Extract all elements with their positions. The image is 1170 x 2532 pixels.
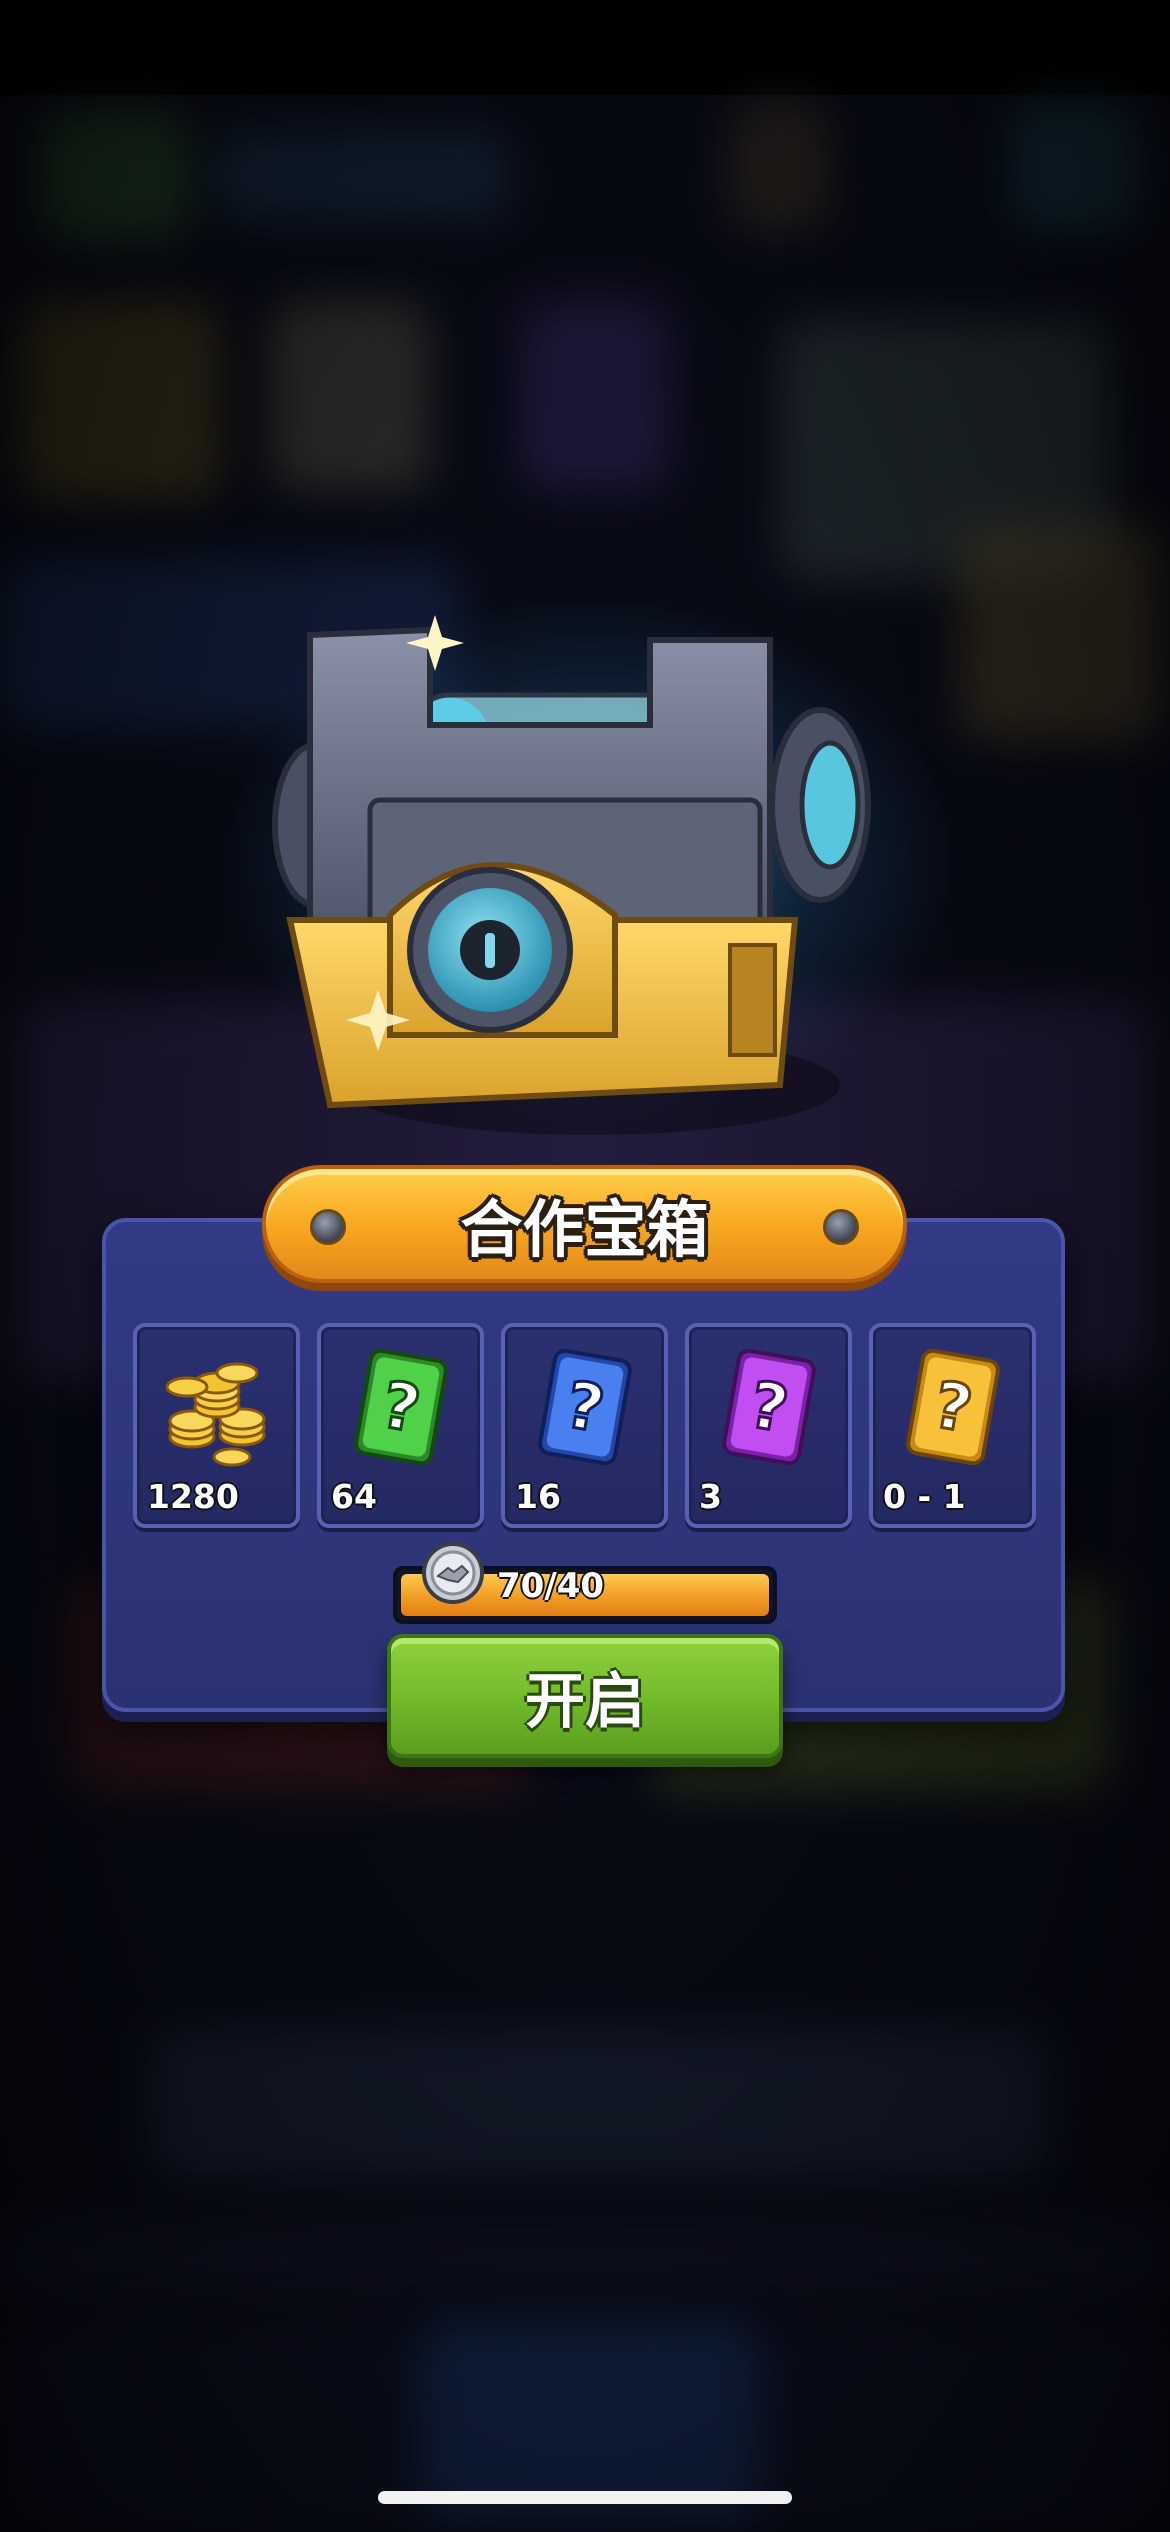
reward-slot-blue-card[interactable]: ? 16 — [501, 1323, 668, 1528]
reward-amount: 64 — [331, 1477, 377, 1516]
green-card-icon: ? — [354, 1348, 448, 1466]
reward-list: 1280 ? 64 ? 16 ? 3 ? 0 - 1 — [133, 1323, 1038, 1531]
chest-title-banner: 合作宝箱 — [262, 1165, 907, 1283]
reward-slot-green-card[interactable]: ? 64 — [317, 1323, 484, 1528]
chest-title: 合作宝箱 — [460, 1193, 709, 1266]
reward-amount: 3 — [699, 1477, 722, 1516]
reward-slot-gold-card[interactable]: ? 0 - 1 — [869, 1323, 1036, 1528]
cooperation-chest-icon — [272, 615, 871, 1135]
handshake-coin-icon — [422, 1542, 484, 1604]
open-chest-button[interactable]: 开启 — [387, 1634, 783, 1758]
gold-coins-icon — [165, 1362, 266, 1467]
reward-slot-gold[interactable]: 1280 — [133, 1323, 300, 1528]
progress-label: 70/40 — [497, 1566, 605, 1606]
gold-card-icon: ? — [906, 1348, 1000, 1466]
reward-slot-purple-card[interactable]: ? 3 — [685, 1323, 852, 1528]
purple-card-icon: ? — [722, 1348, 816, 1466]
reward-amount: 16 — [515, 1477, 561, 1516]
blue-card-icon: ? — [538, 1348, 632, 1466]
reward-amount: 0 - 1 — [883, 1477, 966, 1516]
reward-amount: 1280 — [147, 1477, 239, 1516]
home-indicator[interactable] — [378, 2491, 792, 2504]
